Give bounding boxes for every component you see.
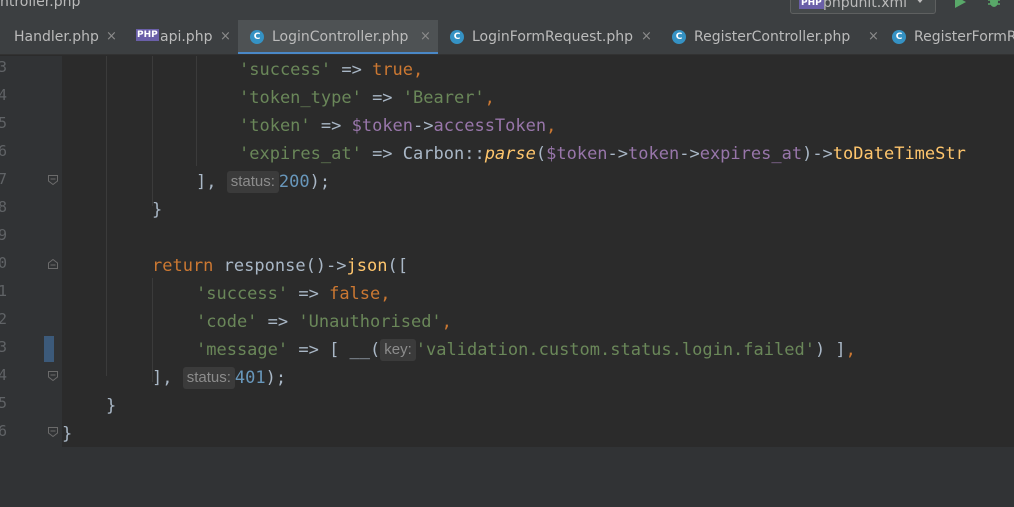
class-icon: C: [250, 30, 264, 44]
tab-registerformrequest[interactable]: C RegisterFormR: [888, 20, 1014, 54]
indent-guide: [106, 56, 107, 376]
run-configuration-selector[interactable]: PHP phpunit.xml: [790, 0, 936, 14]
tab-label: Handler.php: [14, 29, 99, 45]
code-line: }: [106, 396, 117, 416]
php-file-icon: PHP: [136, 29, 159, 41]
run-configuration-label: phpunit.xml: [823, 0, 908, 11]
line-number: 7: [0, 170, 8, 188]
tab-registercontroller[interactable]: C RegisterController.php ×: [660, 20, 888, 54]
run-icon[interactable]: [955, 0, 966, 8]
fold-end-icon[interactable]: [48, 371, 58, 381]
editor-tabs: Handler.php × PHP api.php × C LoginContr…: [0, 20, 1014, 55]
line-number: 1: [0, 282, 8, 300]
tab-api[interactable]: PHP api.php ×: [130, 20, 238, 54]
line-number: 0: [0, 254, 8, 272]
class-icon: C: [892, 30, 906, 44]
fold-end-icon[interactable]: [48, 427, 58, 437]
class-icon: C: [672, 30, 686, 44]
php-icon: PHP: [799, 0, 824, 9]
line-number: 5: [0, 114, 8, 132]
breadcrumb[interactable]: ntroller.php: [0, 0, 80, 10]
tab-handler[interactable]: Handler.php ×: [0, 20, 130, 54]
line-number: 6: [0, 142, 8, 160]
fold-start-icon[interactable]: [48, 259, 58, 269]
gutter-empty-area: [0, 447, 62, 507]
line-number: 3: [0, 58, 8, 76]
code-line: }: [62, 424, 73, 444]
class-icon: C: [450, 30, 464, 44]
code-line: }: [152, 200, 163, 220]
code-editor[interactable]: 'success' => true, 'token_type' => 'Bear…: [62, 56, 1014, 447]
navigation-bar: ntroller.php PHP phpunit.xml: [0, 0, 1014, 20]
code-line: 'expires_at' => Carbon::parse($token->to…: [239, 144, 966, 164]
line-number: 4: [0, 366, 8, 384]
code-line: 'message' => [ __(key:'validation.custom…: [196, 339, 856, 361]
tab-loginformrequest[interactable]: C LoginFormRequest.php ×: [438, 20, 660, 54]
tab-label: LoginFormRequest.php: [472, 29, 633, 45]
close-icon[interactable]: ×: [868, 20, 879, 54]
line-number: 5: [0, 394, 8, 412]
line-number: 9: [0, 226, 8, 244]
fold-end-icon[interactable]: [48, 175, 58, 185]
code-line: 'token_type' => 'Bearer',: [239, 88, 495, 108]
tab-label: RegisterController.php: [694, 29, 851, 45]
editor-empty-area[interactable]: [62, 447, 1014, 507]
parameter-hint: key:: [380, 339, 416, 361]
line-number: 2: [0, 310, 8, 328]
tab-label: RegisterFormR: [914, 29, 1014, 45]
debug-icon[interactable]: [987, 0, 1001, 8]
close-icon[interactable]: ×: [220, 20, 231, 54]
line-number: 3: [0, 338, 8, 356]
tab-label: LoginController.php: [272, 29, 409, 45]
close-icon[interactable]: ×: [420, 20, 431, 54]
code-line: 'success' => false,: [196, 284, 391, 304]
tab-logincontroller[interactable]: C LoginController.php ×: [238, 20, 438, 54]
code-line: 'token' => $token->accessToken,: [239, 116, 557, 136]
tab-label: api.php: [160, 29, 213, 45]
line-number-gutter[interactable]: 3 4 5 6 7 8 9 0 1 2 3 4 5 6 7: [0, 56, 62, 507]
indent-guide: [196, 56, 197, 166]
chevron-down-icon: [915, 0, 925, 3]
parameter-hint: status:: [182, 367, 235, 389]
line-number: 6: [0, 422, 8, 440]
code-line: ], status: 401);: [152, 367, 287, 389]
close-icon[interactable]: ×: [106, 20, 117, 54]
line-number: 4: [0, 86, 8, 104]
line-number: 8: [0, 198, 8, 216]
change-marker[interactable]: [44, 336, 54, 362]
code-line: ], status: 200);: [196, 171, 331, 193]
indent-guide: [152, 56, 153, 206]
code-line: 'code' => 'Unauthorised',: [196, 312, 452, 332]
code-line: return response()->json([: [152, 256, 408, 276]
parameter-hint: status:: [226, 171, 279, 193]
close-icon[interactable]: ×: [641, 20, 652, 54]
code-line: 'success' => true,: [239, 60, 424, 80]
